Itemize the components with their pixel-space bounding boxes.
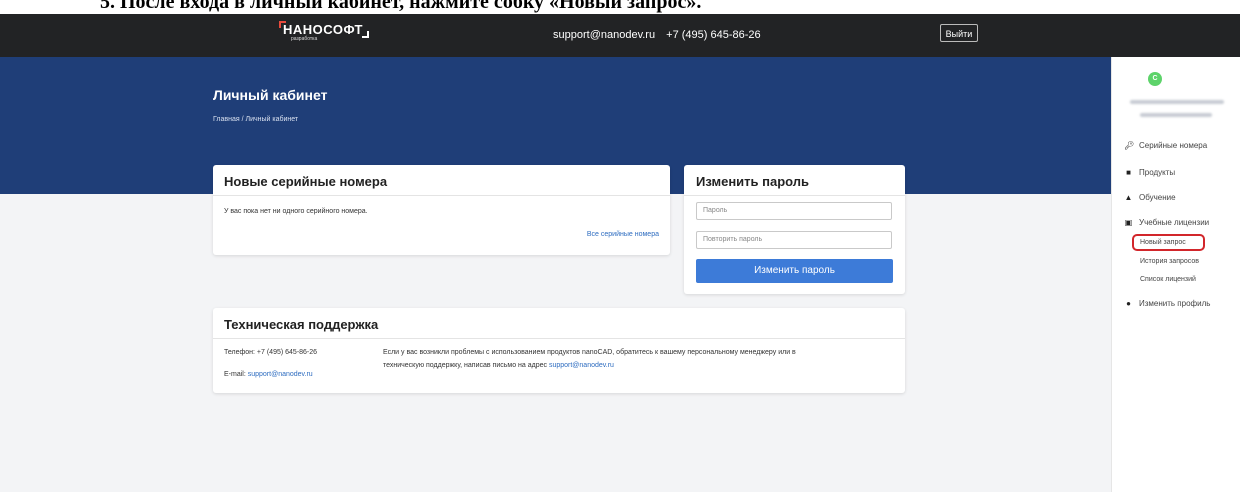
avatar[interactable]: С xyxy=(1148,72,1162,86)
support-message-email-link[interactable]: support@nanodev.ru xyxy=(549,362,614,369)
header-phone[interactable]: +7 (495) 645-86-26 xyxy=(666,29,760,41)
password-input[interactable]: Пароль xyxy=(696,202,892,220)
sidebar-item-products[interactable]: ■ Продукты xyxy=(1124,168,1175,177)
sidebar-item-label: Серийные номера xyxy=(1139,141,1208,150)
support-message-line2: техническую поддержку, написав письмо на… xyxy=(383,362,614,369)
new-request-highlight xyxy=(1132,234,1205,251)
support-email-label: E-mail: xyxy=(224,371,248,378)
file-icon: ■ xyxy=(1126,168,1131,177)
logo-corner-mark-right xyxy=(362,31,369,38)
header-contacts: support@nanodev.ru +7 (495) 645-86-26 xyxy=(553,29,769,41)
user-sidebar: С 🔑︎ Серийные номера ■ Продукты ▲ Обучение … xyxy=(1111,57,1240,492)
serials-card-title: Новые серийные номера xyxy=(224,174,388,189)
divider xyxy=(684,195,905,196)
sidebar-item-label: Учебные лицензии xyxy=(1139,218,1210,227)
repeat-password-input[interactable]: Повторить пароль xyxy=(696,231,892,249)
password-card: Изменить пароль Пароль Повторить пароль … xyxy=(684,165,905,294)
sidebar-item-training[interactable]: ▲ Обучение xyxy=(1124,193,1176,202)
logo[interactable]: НАНОСОФТ разработка xyxy=(279,21,369,43)
user-name-blurred xyxy=(1130,100,1224,104)
serials-card: Новые серийные номера У вас пока нет ни … xyxy=(213,165,670,255)
serials-empty-text: У вас пока нет ни одного серийного номер… xyxy=(224,208,368,215)
logo-subtitle: разработка xyxy=(291,36,318,42)
divider xyxy=(213,338,905,339)
document-instruction-strip: 5. После входа в личный кабинет, нажмите… xyxy=(0,0,1240,14)
key-icon: 🔑︎ xyxy=(1124,141,1135,150)
sidebar-item-edu-licenses[interactable]: ▣ Учебные лицензии xyxy=(1124,218,1209,227)
logo-text: НАНОСОФТ xyxy=(283,22,363,37)
sidebar-item-label: Продукты xyxy=(1139,168,1176,177)
support-phone: Телефон: +7 (495) 645-86-26 xyxy=(224,349,318,356)
support-email-link[interactable]: support@nanodev.ru xyxy=(248,371,313,378)
support-message-line1: Если у вас возникли проблемы с использов… xyxy=(383,349,796,356)
sidebar-item-edit-profile[interactable]: ● Изменить профиль xyxy=(1124,299,1210,308)
support-message-text: техническую поддержку, написав письмо на… xyxy=(383,362,549,369)
calendar-icon: ▣ xyxy=(1124,218,1133,227)
user-email-blurred xyxy=(1140,113,1212,117)
graduation-cap-icon: ▲ xyxy=(1124,193,1133,202)
page-title: Личный кабинет xyxy=(213,87,328,103)
user-icon: ● xyxy=(1126,299,1131,308)
sidebar-item-label: Изменить профиль xyxy=(1139,299,1211,308)
breadcrumb[interactable]: Главная / Личный кабинет xyxy=(213,116,298,123)
password-card-title: Изменить пароль xyxy=(696,174,810,189)
change-password-button[interactable]: Изменить пароль xyxy=(696,259,893,283)
all-serials-link[interactable]: Все серийные номера xyxy=(587,231,659,238)
sidebar-subitem-request-history[interactable]: История запросов xyxy=(1140,258,1199,265)
support-card: Техническая поддержка Телефон: +7 (495) … xyxy=(213,308,905,393)
divider xyxy=(213,195,670,196)
instruction-text: 5. После входа в личный кабинет, нажмите… xyxy=(100,0,702,13)
logout-button[interactable]: Выйти xyxy=(940,24,978,42)
sidebar-item-label: Обучение xyxy=(1139,193,1176,202)
support-email-row: E-mail: support@nanodev.ru xyxy=(224,371,313,378)
logo-corner-mark xyxy=(279,21,286,28)
top-bar: НАНОСОФТ разработка support@nanodev.ru +… xyxy=(0,14,1240,57)
sidebar-item-serials[interactable]: 🔑︎ Серийные номера xyxy=(1124,141,1207,150)
sidebar-subitem-license-list[interactable]: Список лицензий xyxy=(1140,276,1196,283)
support-card-title: Техническая поддержка xyxy=(224,317,379,332)
header-email[interactable]: support@nanodev.ru xyxy=(553,29,655,41)
